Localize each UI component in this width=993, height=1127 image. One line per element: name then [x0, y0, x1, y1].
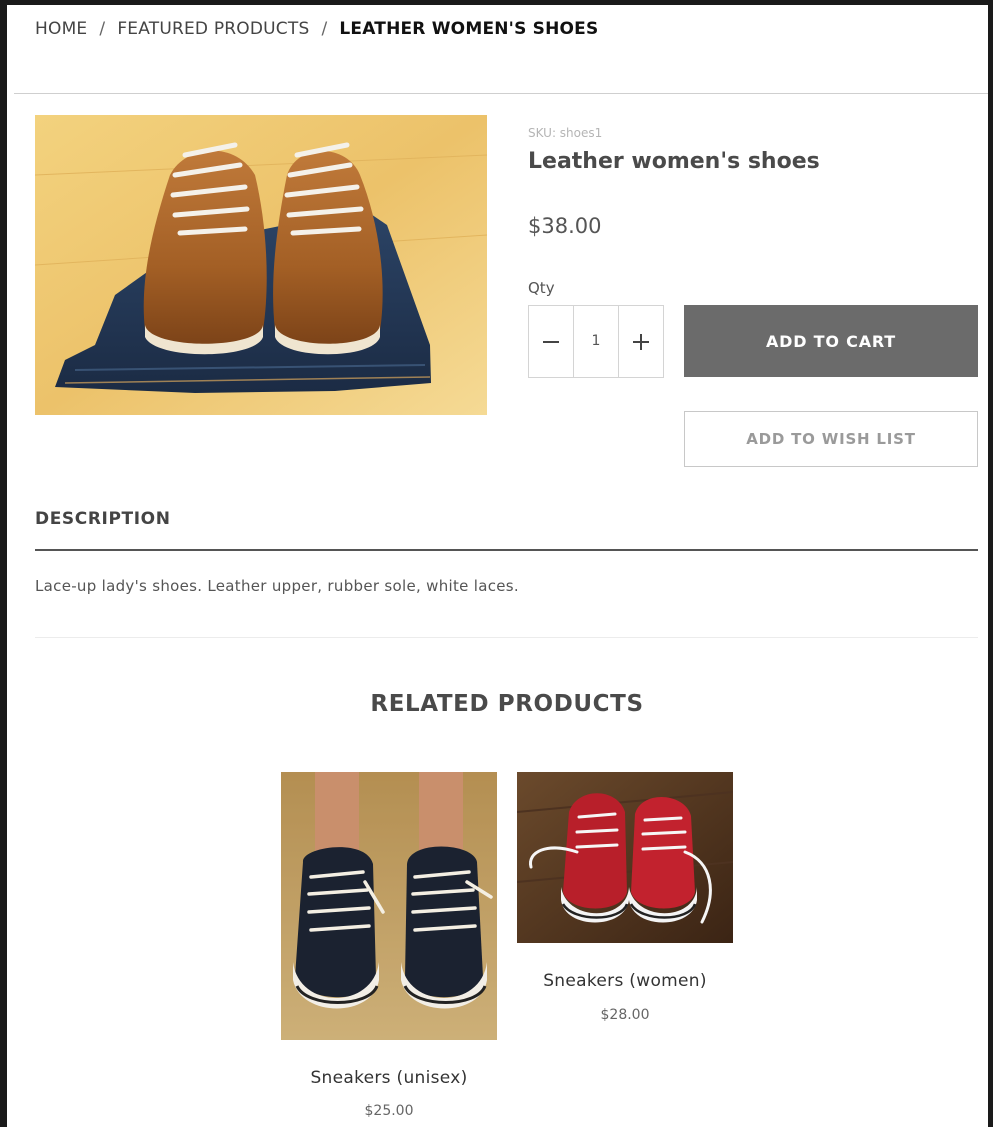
related-product-image-women[interactable] — [517, 772, 733, 943]
description-divider — [35, 549, 978, 551]
breadcrumb: HOME / FEATURED PRODUCTS / LEATHER WOMEN'S S… — [35, 19, 598, 39]
qty-decrease-button[interactable] — [529, 306, 573, 377]
qty-label: Qty — [528, 279, 555, 297]
section-divider — [35, 637, 978, 638]
window-frame-top — [0, 0, 993, 5]
related-product-image-unisex[interactable] — [281, 772, 497, 1040]
qty-increase-button[interactable] — [619, 306, 663, 377]
header-divider — [14, 93, 988, 94]
breadcrumb-home-link[interactable]: HOME — [35, 19, 87, 39]
related-product-price: $28.00 — [600, 1007, 650, 1023]
minus-icon — [543, 340, 559, 343]
quantity-stepper: 1 — [528, 305, 664, 378]
window-frame-left — [0, 0, 7, 1127]
product-title: Leather women's shoes — [528, 149, 820, 174]
product-sku: SKU: shoes1 — [528, 126, 603, 140]
breadcrumb-current: LEATHER WOMEN'S SHOES — [339, 19, 599, 39]
plus-icon — [633, 333, 649, 350]
window-frame-right — [988, 0, 993, 1127]
product-image[interactable] — [35, 115, 487, 415]
add-to-cart-button[interactable]: ADD TO CART — [684, 305, 978, 377]
related-product-name[interactable]: Sneakers (women) — [517, 971, 733, 991]
breadcrumb-separator: / — [321, 19, 328, 39]
breadcrumb-separator: / — [99, 19, 106, 39]
description-text: Lace-up lady's shoes. Leather upper, rub… — [35, 577, 519, 595]
breadcrumb-featured-link[interactable]: FEATURED PRODUCTS — [117, 19, 309, 39]
add-to-wishlist-button[interactable]: ADD TO WISH LIST — [684, 411, 978, 467]
related-products-heading: RELATED PRODUCTS — [370, 691, 644, 717]
product-price: $38.00 — [528, 214, 602, 238]
description-heading: DESCRIPTION — [35, 509, 171, 529]
related-product-price: $25.00 — [364, 1103, 414, 1119]
qty-input[interactable]: 1 — [573, 306, 619, 377]
related-product-name[interactable]: Sneakers (unisex) — [281, 1068, 497, 1088]
